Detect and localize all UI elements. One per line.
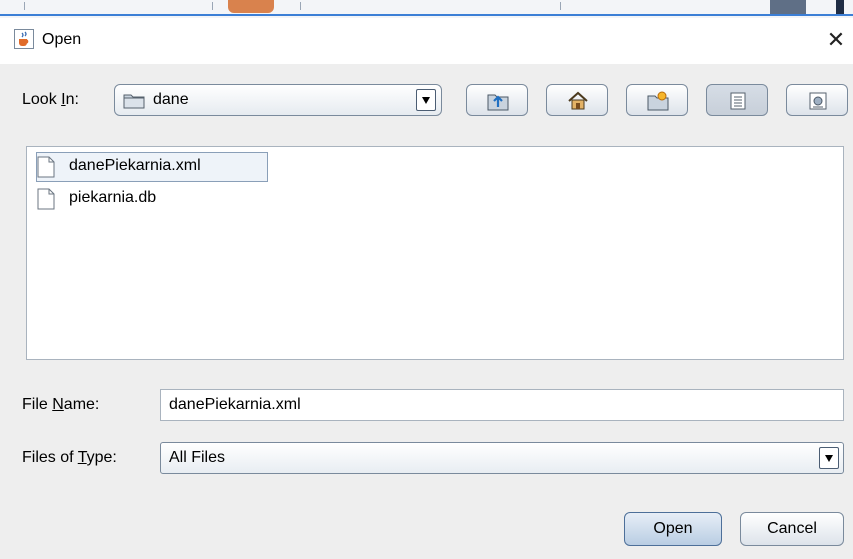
background-app-graphic-2 xyxy=(770,0,806,14)
file-name: piekarnia.db xyxy=(69,189,157,206)
create-new-folder-button[interactable] xyxy=(626,84,688,116)
java-cup-icon xyxy=(14,29,34,49)
close-button[interactable]: ✕ xyxy=(822,24,850,56)
chevron-down-icon[interactable] xyxy=(416,89,436,111)
cancel-button[interactable]: Cancel xyxy=(740,512,844,546)
file-name-field[interactable] xyxy=(160,389,844,421)
background-app-graphic xyxy=(228,0,274,13)
files-of-type-value: All Files xyxy=(169,449,226,466)
look-in-label: Look In: xyxy=(22,91,79,108)
list-view-icon xyxy=(730,92,746,110)
close-icon: ✕ xyxy=(826,27,846,52)
file-icon xyxy=(37,156,55,178)
files-of-type-dropdown[interactable]: All Files xyxy=(160,442,844,474)
file-item[interactable]: danePiekarnia.xml xyxy=(36,152,268,182)
open-button[interactable]: Open xyxy=(624,512,722,546)
list-view-button[interactable] xyxy=(706,84,768,116)
look-in-dropdown[interactable]: dane xyxy=(114,84,442,116)
file-name-label: File Name: xyxy=(22,396,100,413)
background-window-border xyxy=(0,14,853,16)
folder-icon xyxy=(123,94,145,109)
file-name: danePiekarnia.xml xyxy=(69,157,201,174)
details-view-button[interactable] xyxy=(786,84,848,116)
file-name-input[interactable] xyxy=(161,390,843,420)
dialog-title: Open xyxy=(42,31,82,48)
home-icon xyxy=(568,91,588,110)
title-bar: Open ✕ xyxy=(0,18,853,64)
background-window-strip xyxy=(0,0,853,18)
files-of-type-label: Files of Type: xyxy=(22,449,117,466)
chevron-down-icon[interactable] xyxy=(819,447,839,469)
file-icon xyxy=(37,188,55,210)
look-in-value: dane xyxy=(153,91,189,108)
up-one-level-button[interactable] xyxy=(466,84,528,116)
new-folder-icon xyxy=(647,91,669,111)
background-app-graphic-3 xyxy=(836,0,844,14)
details-view-icon xyxy=(809,92,827,110)
dialog-content: Look In: dane danePiekarnia.xml piekarni… xyxy=(0,64,853,559)
file-list[interactable]: danePiekarnia.xml piekarnia.db xyxy=(26,146,844,360)
folder-up-icon xyxy=(487,94,509,111)
home-button[interactable] xyxy=(546,84,608,116)
